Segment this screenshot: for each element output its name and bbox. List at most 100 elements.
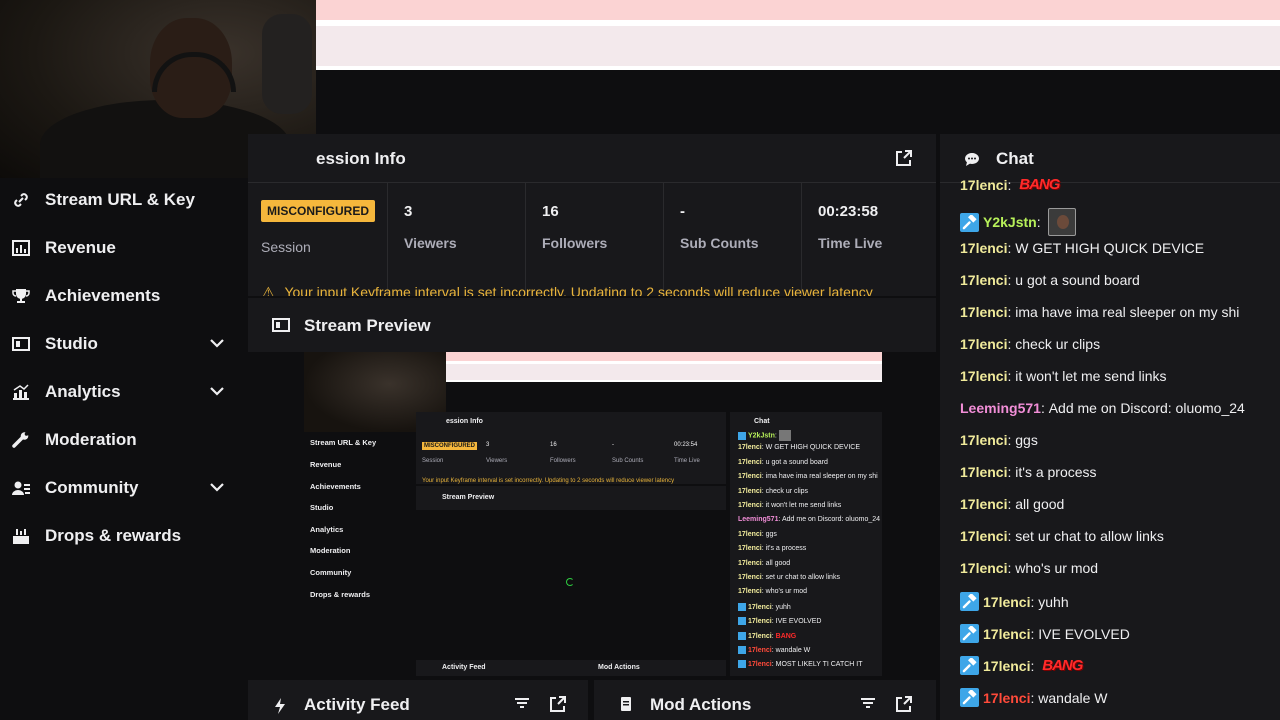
chat-bubble-icon [964,151,980,172]
chat-text: all good [1015,496,1065,512]
chat-text: ggs [1015,432,1038,448]
chat-text: check ur clips [1015,336,1101,352]
chat-username[interactable]: 17lenci [960,464,1007,480]
sidebar-item-community[interactable]: Community [0,466,246,510]
chat-username[interactable]: 17lenci [983,690,1030,706]
chat-username[interactable]: Leeming571 [960,400,1041,416]
preview-stat-label: Sub Counts [612,458,644,464]
session-info-panel: ession Info MISCONFIGURED Session 3 View… [248,134,936,296]
chat-text: ima have ima real sleeper on my shi [1015,304,1240,320]
banner-stripe [316,26,1280,66]
chat-username[interactable]: 17lenci [983,594,1030,610]
stat-viewers: 3 Viewers [388,183,526,295]
preview-nav-item: Revenue [310,460,342,469]
preview-stat-label: Followers [550,458,576,464]
preview-feed-header: Activity Feed [416,660,574,676]
moderator-badge-icon [960,688,979,707]
link-icon [12,191,30,209]
preview-stat-label: Time Live [674,458,700,464]
preview-panel-title: ession Info [446,418,483,425]
panel-title: Mod Actions [650,695,752,714]
community-icon [12,479,30,497]
preview-nav-item: Moderation [310,546,351,555]
chat-username[interactable]: 17lenci [960,304,1007,320]
popout-icon[interactable] [896,696,912,717]
preview-stat-value: - [612,442,614,448]
preview-chat-panel: Chat Y2kJstn: 17lenci: W GET HIGH QUICK … [730,412,882,676]
moderator-badge-icon [960,592,979,611]
filter-icon[interactable] [514,696,530,717]
chat-username[interactable]: 17lenci [983,626,1030,642]
mod-actions-header: Mod Actions [594,680,936,720]
chevron-down-icon[interactable] [210,480,224,492]
chevron-down-icon[interactable] [210,384,224,396]
stream-preview-video[interactable]: Stream URL & Key Revenue Achievements St… [304,352,882,676]
bang-emote: BANG [1042,657,1083,674]
preview-chat-message: 17lenci: ggs [738,530,777,538]
chat-username[interactable]: 17lenci [960,240,1007,256]
preview-preview-header: Stream Preview [416,486,726,510]
filter-icon[interactable] [860,696,876,717]
popout-icon[interactable] [550,696,566,717]
preview-warning-text: Your input Keyframe interval is set inco… [422,478,675,484]
sidebar-item-moderation[interactable]: Moderation [0,418,246,462]
sidebar-item-revenue[interactable]: Revenue [0,226,246,270]
bang-emote: BANG [1019,176,1060,193]
wrench-icon [12,431,30,449]
preview-banner [446,352,882,382]
preview-nav-item: Studio [310,503,334,512]
chat-username[interactable]: 17lenci [960,432,1007,448]
preview-nav-item: Drops & rewards [310,590,371,599]
sidebar-item-label: Community [45,478,139,497]
microphone [262,14,312,114]
trophy-icon [12,287,30,305]
sidebar-item-studio[interactable]: Studio [0,322,246,366]
chat-username[interactable]: 17lenci [960,336,1007,352]
popout-icon[interactable] [896,150,912,171]
moderator-badge-icon [960,656,979,675]
sidebar-item-label: Stream URL & Key [45,190,195,209]
preview-chat-message: 17lenci: u got a sound board [738,458,828,466]
chat-text: u got a sound board [1015,272,1140,288]
chevron-down-icon[interactable] [210,336,224,348]
sidebar-item-label: Studio [45,334,98,353]
chat-message: 17lenci: set ur chat to allow links [960,528,1164,544]
sidebar-item-stream-url[interactable]: Stream URL & Key [0,178,246,222]
preview-status-badge: MISCONFIGURED [422,442,477,450]
chat-username[interactable]: Y2kJstn [983,214,1037,230]
sidebar-item-drops[interactable]: Drops & rewards [0,514,246,558]
chat-message: 17lenci: wandale W [960,688,1108,707]
preview-icon [272,318,290,337]
stat-label: Followers [542,235,608,251]
chat-message: 17lenci: BANG [960,656,1083,675]
preview-chat-message: 17lenci: MOST LIKELY TI CATCH IT [738,660,863,669]
chat-username[interactable]: 17lenci [960,272,1007,288]
chat-username[interactable]: 17lenci [960,496,1007,512]
moderator-badge-icon [960,624,979,643]
moderator-badge-icon [960,212,979,232]
activity-feed-header: Activity Feed [248,680,588,720]
keyframe-warning: ⚠ Your input Keyframe interval is set in… [262,284,873,296]
sidebar-item-achievements[interactable]: Achievements [0,274,246,318]
chat-separator: : [1007,176,1016,193]
chat-username[interactable]: 17lenci [960,368,1007,384]
chat-username[interactable]: 17lenci [983,658,1030,674]
chat-text: set ur chat to allow links [1015,528,1164,544]
chat-separator: : [1007,464,1016,480]
chat-message: Y2kJstn: [960,208,1077,236]
chat-separator: : [1007,272,1016,288]
chat-username[interactable]: 17lenci [960,528,1007,544]
chat-message: 17lenci: check ur clips [960,336,1100,352]
sidebar-item-analytics[interactable]: Analytics [0,370,246,414]
chat-username[interactable]: 17lenci [960,560,1007,576]
warning-icon: ⚠ [262,284,275,296]
chat-username[interactable]: 17lenci [960,177,1007,193]
chat-separator: : [1040,400,1049,416]
preview-stat-value: 3 [486,442,490,448]
warning-text: Your input Keyframe interval is set inco… [284,284,873,296]
stat-value: 16 [542,203,559,220]
chat-panel: Chat 17lenci: BANG Y2kJstn: 17lenci: W GE… [940,134,1280,720]
chat-text: who's ur mod [1015,560,1099,576]
chat-separator: : [1030,625,1039,642]
analytics-icon [12,383,30,401]
